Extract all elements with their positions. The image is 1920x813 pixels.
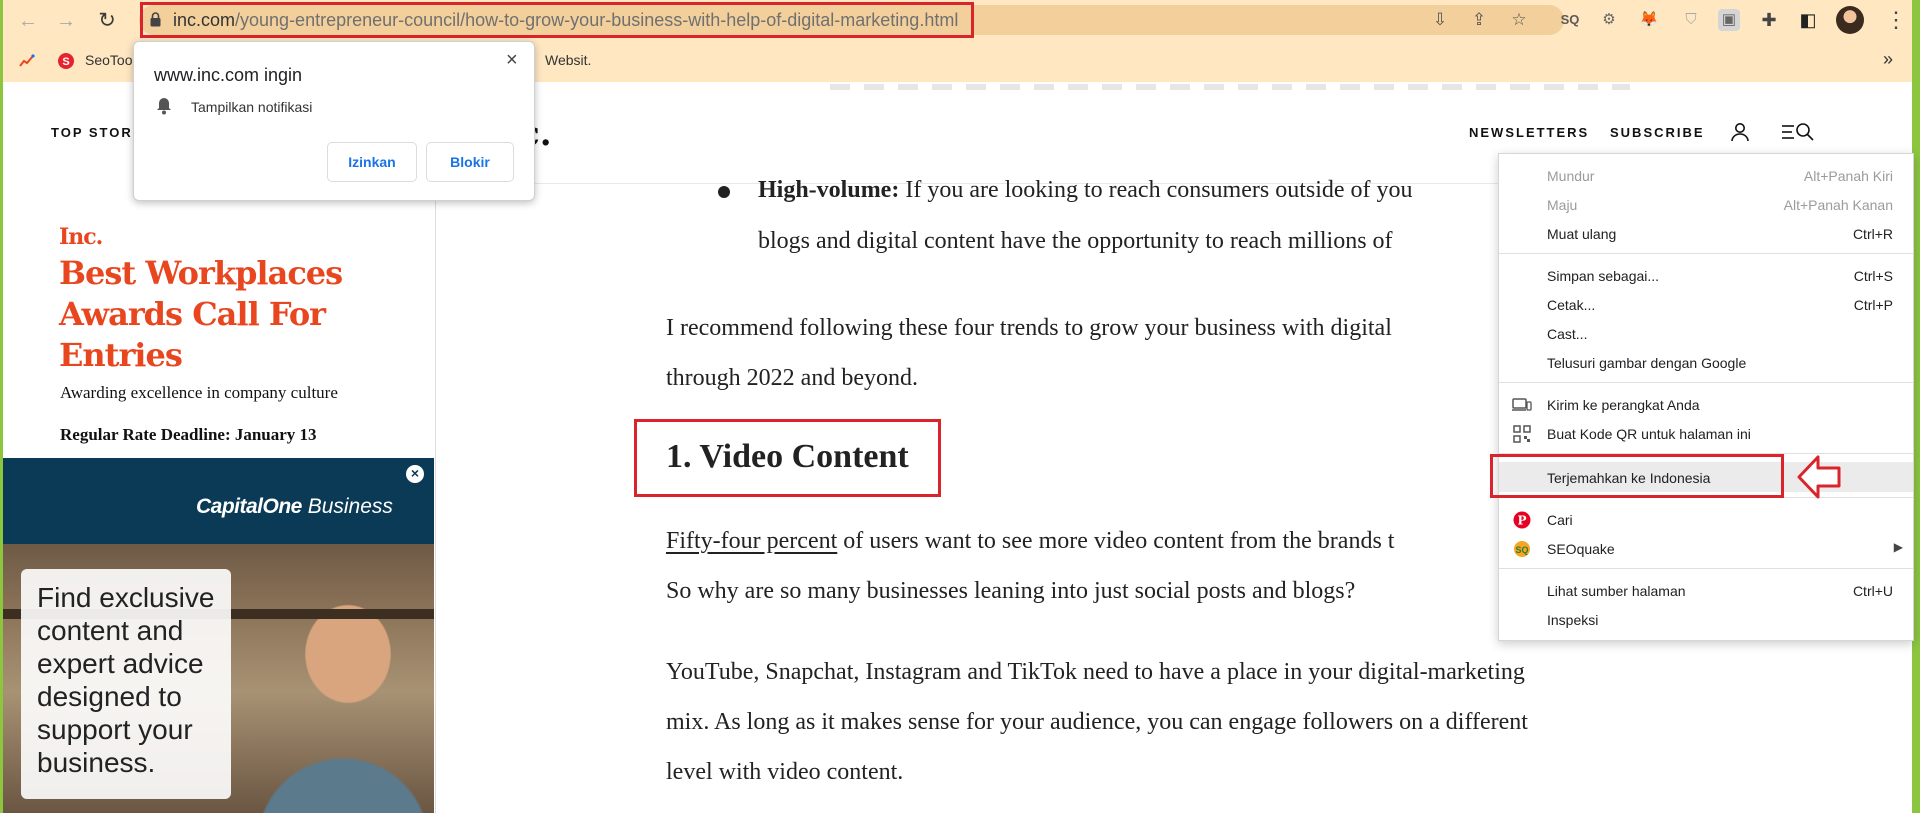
menu-item-back[interactable]: Mundur Alt+Panah Kiri — [1499, 162, 1913, 190]
para3-line-2: mix. As long as it makes sense for your … — [666, 709, 1528, 735]
metamask-icon[interactable]: 🦊 — [1638, 9, 1660, 31]
menu-item-search-image[interactable]: Telusuri gambar dengan Google — [1499, 349, 1913, 377]
ad-photo: Find exclusive content and expert advice… — [3, 544, 434, 813]
promo-subtitle: Awarding excellence in company culture — [60, 383, 338, 402]
menu-item-view-source[interactable]: Lihat sumber halaman Ctrl+U — [1499, 577, 1913, 605]
notification-text: Tampilkan notifikasi — [191, 99, 313, 115]
share-icon[interactable]: ⇪ — [1468, 9, 1490, 31]
menu-item-print[interactable]: Cetak... Ctrl+P — [1499, 291, 1913, 319]
menu-item-forward[interactable]: Maju Alt+Panah Kanan — [1499, 191, 1913, 219]
extension-gear-icon[interactable]: ⚙ — [1598, 9, 1620, 31]
notification-permission-popup: www.inc.com ingin × Tampilkan notifikasi… — [133, 41, 535, 201]
context-menu: Mundur Alt+Panah Kiri Maju Alt+Panah Kan… — [1498, 153, 1914, 641]
side-panel-icon[interactable]: ◧ — [1797, 9, 1819, 31]
svg-text:P: P — [1517, 514, 1526, 528]
kebab-menu-icon[interactable]: ⋮ — [1885, 7, 1907, 33]
submenu-arrow-icon: ▶ — [1893, 540, 1903, 554]
bullet-line-2: blogs and digital content have the oppor… — [758, 228, 1393, 254]
para2-line-2: So why are so many businesses leaning in… — [666, 578, 1356, 604]
seotools-favicon-icon: S — [58, 53, 74, 69]
para3-line-3: level with video content. — [666, 759, 904, 785]
svg-text:S: S — [62, 56, 69, 68]
nav-subscribe[interactable]: SUBSCRIBE — [1610, 125, 1705, 140]
menu-item-seoquake[interactable]: SQ SEOquake ▶ — [1499, 535, 1913, 563]
bullet-dot — [718, 186, 730, 198]
star-icon[interactable]: ☆ — [1508, 9, 1530, 31]
ad-banner: CapitalOne Business × — [3, 458, 434, 544]
bullet-line-1: High-volume: If you are looking to reach… — [758, 177, 1413, 203]
menu-item-qr-code[interactable]: Buat Kode QR untuk halaman ini — [1499, 420, 1913, 448]
menu-item-inspect[interactable]: Inspeksi — [1499, 606, 1913, 634]
para1-line-2: through 2022 and beyond. — [666, 365, 918, 391]
notification-title: www.inc.com ingin — [154, 65, 303, 85]
svg-text:SQ: SQ — [1515, 545, 1528, 555]
menu-separator — [1499, 382, 1913, 383]
menu-item-cast[interactable]: Cast... — [1499, 320, 1913, 348]
menu-item-send-device[interactable]: Kirim ke perangkat Anda — [1499, 391, 1913, 419]
bookmarks-overflow-icon[interactable]: » — [1883, 49, 1893, 70]
ad-card-text: Find exclusive content and expert advice… — [37, 582, 215, 778]
pinterest-icon: P — [1513, 511, 1531, 529]
bell-icon — [157, 98, 171, 115]
menu-item-reload[interactable]: Muat ulang Ctrl+R — [1499, 220, 1913, 248]
promo-inc-logo: Inc. — [59, 224, 103, 250]
extension-icon[interactable]: ▣ — [1718, 9, 1740, 31]
menu-separator — [1499, 253, 1913, 254]
para3-line-1: YouTube, Snapchat, Instagram and TikTok … — [666, 659, 1525, 685]
puzzle-icon[interactable]: ✚ — [1758, 9, 1780, 31]
ad-brand-logo: CapitalOne Business — [196, 495, 393, 518]
reload-icon[interactable]: ↻ — [94, 8, 120, 34]
seoquake-icon[interactable]: SQ — [1559, 9, 1581, 31]
shield-extension-icon[interactable]: ⛉ — [1680, 9, 1702, 31]
nav-top-stories[interactable]: TOP STOR — [51, 125, 133, 140]
apps-trend-icon[interactable] — [19, 53, 35, 69]
avatar[interactable] — [1836, 6, 1864, 34]
seoquake-icon: SQ — [1514, 541, 1530, 557]
install-icon[interactable]: ⇩ — [1429, 9, 1451, 31]
menu-separator — [1499, 568, 1913, 569]
close-icon[interactable]: × — [506, 50, 518, 70]
promo-title[interactable]: Best Workplaces Awards Call For Entries — [59, 253, 399, 376]
annotation-arrow-icon — [1797, 455, 1841, 499]
device-icon — [1512, 398, 1532, 411]
menu-item-save-as[interactable]: Simpan sebagai... Ctrl+S — [1499, 262, 1913, 290]
fifty-four-percent-link[interactable]: Fifty-four percent — [666, 528, 837, 554]
promo-deadline: Regular Rate Deadline: January 13 — [60, 425, 317, 444]
allow-button[interactable]: Izinkan — [327, 142, 417, 182]
para1-line-1: I recommend following these four trends … — [666, 315, 1392, 341]
advertisement[interactable]: CapitalOne Business × Find exclusive con… — [3, 458, 434, 813]
account-icon[interactable] — [1728, 120, 1752, 144]
back-icon[interactable]: ← — [15, 8, 41, 34]
heading-annotation-box — [634, 419, 941, 497]
translate-annotation-box — [1490, 454, 1784, 498]
bookmark-seotools[interactable]: SeoToo — [85, 52, 132, 68]
forward-icon[interactable]: → — [53, 8, 79, 34]
ad-close-icon[interactable]: × — [406, 465, 424, 483]
bookmark-website[interactable]: Websit. — [545, 52, 591, 68]
block-button[interactable]: Blokir — [426, 142, 514, 182]
cut-off-text-line — [830, 84, 1630, 90]
qr-code-icon — [1513, 425, 1531, 443]
menu-item-pinterest-search[interactable]: P Cari — [1499, 506, 1913, 534]
para2-line-1: Fifty-four percent of users want to see … — [666, 528, 1395, 554]
nav-newsletters[interactable]: NEWSLETTERS — [1469, 125, 1589, 140]
url-annotation-box — [140, 2, 974, 38]
menu-search-icon[interactable] — [1781, 120, 1815, 144]
ad-card: Find exclusive content and expert advice… — [21, 569, 231, 799]
